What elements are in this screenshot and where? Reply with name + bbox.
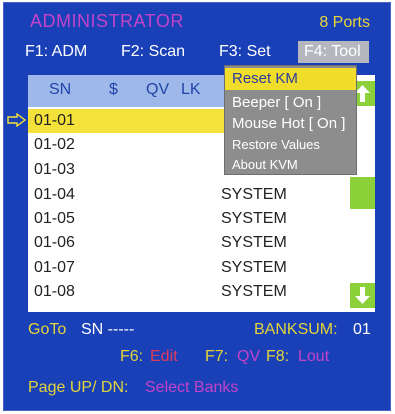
f7-qv-action[interactable]: QV bbox=[237, 348, 260, 366]
column-header-lk: LK bbox=[181, 81, 201, 98]
osd-screen: ADMINISTRATOR 8 Ports F1: ADM F2: Scan F… bbox=[3, 2, 391, 411]
pointer-arrow-icon bbox=[7, 112, 27, 132]
row-sn: 01-01 bbox=[34, 112, 75, 129]
scroll-down-arrow-icon bbox=[355, 287, 370, 304]
f6-key-label: F6: bbox=[120, 348, 144, 365]
column-header-sn: SN bbox=[49, 81, 72, 98]
mode-title: ADMINISTRATOR bbox=[30, 11, 184, 31]
row-sn: 01-07 bbox=[34, 259, 75, 276]
table-row[interactable]: 01-04 SYSTEM bbox=[28, 183, 350, 207]
f2-scan-menu[interactable]: F2: Scan bbox=[121, 43, 185, 61]
table-row[interactable]: 01-05 SYSTEM bbox=[28, 207, 350, 231]
table-row[interactable]: 01-06 SYSTEM bbox=[28, 231, 350, 255]
page-up-dn-label: Page UP/ DN: bbox=[28, 379, 129, 396]
f4-tool-menu[interactable]: F4: Tool bbox=[298, 41, 369, 63]
banksum-label: BANKSUM: bbox=[254, 321, 338, 338]
f8-key-label: F8: bbox=[266, 348, 290, 365]
menu-item-beeper[interactable]: Beeper [ On ] bbox=[225, 94, 356, 111]
row-sn: 01-02 bbox=[34, 136, 75, 153]
f6-edit-action[interactable]: Edit bbox=[150, 348, 178, 366]
select-banks-action[interactable]: Select Banks bbox=[145, 379, 238, 397]
goto-label[interactable]: GoTo bbox=[28, 321, 66, 339]
table-row[interactable]: 01-07 SYSTEM bbox=[28, 256, 350, 280]
row-name: SYSTEM bbox=[221, 259, 287, 276]
menu-item-mouse-hot[interactable]: Mouse Hot [ On ] bbox=[225, 115, 356, 132]
row-name: SYSTEM bbox=[221, 210, 287, 227]
menu-item-about-kvm[interactable]: About KVM bbox=[225, 157, 356, 172]
row-name: SYSTEM bbox=[221, 283, 287, 300]
banksum-value: 01 bbox=[353, 321, 371, 338]
scroll-down-button[interactable] bbox=[350, 283, 375, 308]
f7-key-label: F7: bbox=[205, 348, 229, 365]
column-header-dollar: $ bbox=[109, 81, 118, 98]
f8-lout-action[interactable]: Lout bbox=[298, 348, 329, 366]
row-sn: 01-03 bbox=[34, 161, 75, 178]
menu-item-reset-km[interactable]: Reset KM bbox=[225, 68, 356, 90]
column-header-qv: QV bbox=[146, 81, 170, 98]
row-name: SYSTEM bbox=[221, 234, 287, 251]
ports-count: 8 Ports bbox=[319, 14, 370, 31]
row-name: SYSTEM bbox=[221, 186, 287, 203]
table-row[interactable]: 01-08 SYSTEM bbox=[28, 280, 350, 304]
f1-adm-menu[interactable]: F1: ADM bbox=[25, 43, 87, 61]
tool-dropdown-menu: Reset KM Beeper [ On ] Mouse Hot [ On ] … bbox=[224, 65, 357, 175]
f3-set-menu[interactable]: F3: Set bbox=[219, 43, 271, 61]
goto-sn-input[interactable]: SN ----- bbox=[81, 321, 134, 339]
row-sn: 01-04 bbox=[34, 186, 75, 203]
menu-item-restore-values[interactable]: Restore Values bbox=[225, 137, 356, 152]
row-sn: 01-05 bbox=[34, 210, 75, 227]
scroll-thumb[interactable] bbox=[350, 177, 375, 209]
row-sn: 01-08 bbox=[34, 283, 75, 300]
row-sn: 01-06 bbox=[34, 234, 75, 251]
